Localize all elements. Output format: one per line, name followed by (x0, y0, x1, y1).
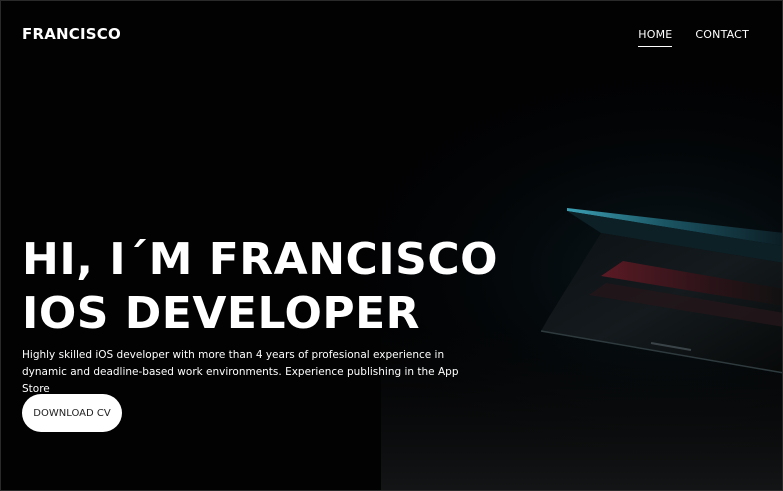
brand-logo[interactable]: FRANCISCO (22, 25, 121, 43)
hero-section: FRANCISCO HOME CONTACT HI, I´M FRANCISCO… (0, 0, 783, 491)
nav-contact-link[interactable]: CONTACT (695, 28, 749, 47)
headline-line-2: IOS DEVELOPER (22, 288, 421, 339)
hero-headline: HI, I´M FRANCISCO IOS DEVELOPER (22, 233, 498, 341)
top-navigation: FRANCISCO HOME CONTACT (1, 1, 782, 71)
nav-home-link[interactable]: HOME (638, 28, 673, 47)
hero-description: Highly skilled iOS developer with more t… (22, 349, 459, 395)
download-cv-button[interactable]: DOWNLOAD CV (22, 394, 122, 432)
headline-line-1: HI, I´M FRANCISCO (22, 234, 499, 285)
nav-menu: HOME CONTACT (638, 28, 749, 47)
